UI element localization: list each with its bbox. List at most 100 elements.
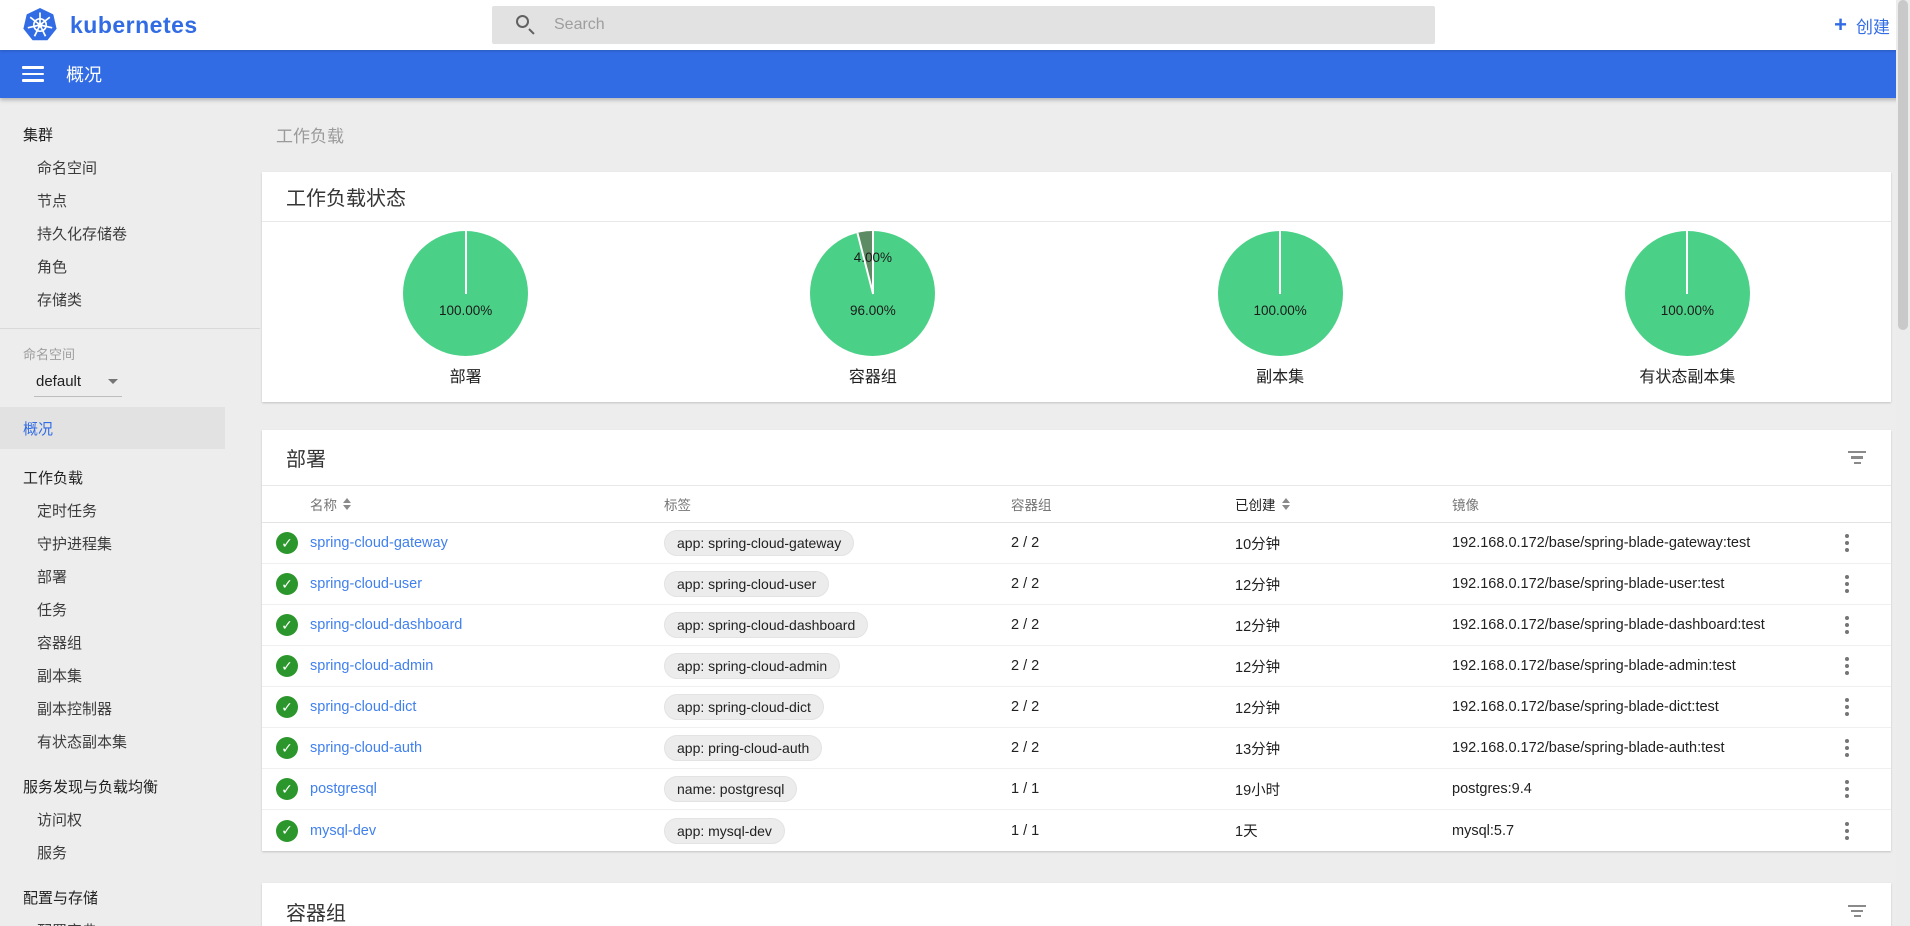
kubernetes-logo-icon xyxy=(22,7,58,43)
deployment-name-link[interactable]: postgresql xyxy=(310,781,664,797)
deployment-name-link[interactable]: spring-cloud-admin xyxy=(310,658,664,674)
namespace-select-value: default xyxy=(36,373,81,390)
pie-pods-percent-small: 4.00% xyxy=(810,250,935,265)
pie-chart-stateful-sets: 100.00% 有状态副本集 xyxy=(1484,231,1891,387)
pie-chart-pods: 4.00% 96.00% 容器组 xyxy=(669,231,1076,387)
namespace-select[interactable]: default xyxy=(34,369,122,397)
table-row: ✓ spring-cloud-auth app: pring-cloud-aut… xyxy=(262,728,1891,769)
column-header-pods: 容器组 xyxy=(1011,494,1235,514)
sidebar-item-services[interactable]: 服务 xyxy=(0,836,260,869)
sidebar-header-discovery: 服务发现与负载均衡 xyxy=(0,770,260,803)
sidebar-item-daemon-sets[interactable]: 守护进程集 xyxy=(0,527,260,560)
kebab-menu-icon[interactable] xyxy=(1835,776,1859,802)
filter-list-icon[interactable] xyxy=(1847,903,1867,919)
deployments-title: 部署 xyxy=(286,443,326,472)
sidebar-item-stateful-sets[interactable]: 有状态副本集 xyxy=(0,725,260,758)
image-cell: 192.168.0.172/base/spring-blade-admin:te… xyxy=(1452,658,1835,674)
sidebar-item-pods[interactable]: 容器组 xyxy=(0,626,260,659)
deployment-name-link[interactable]: spring-cloud-dashboard xyxy=(310,617,664,633)
pods-title: 容器组 xyxy=(286,897,346,926)
label-chip: app: pring-cloud-auth xyxy=(664,735,822,761)
sidebar-item-persistent-volumes[interactable]: 持久化存储卷 xyxy=(0,217,260,250)
sidebar-item-cron-jobs[interactable]: 定时任务 xyxy=(0,494,260,527)
pie-stateful-sets: 100.00% xyxy=(1625,231,1750,356)
pie-pods-caption: 容器组 xyxy=(849,363,897,387)
sidebar-item-ingresses[interactable]: 访问权 xyxy=(0,803,260,836)
check-circle-icon: ✓ xyxy=(276,778,298,800)
deployment-name-link[interactable]: mysql-dev xyxy=(310,823,664,839)
label-chip: app: spring-cloud-admin xyxy=(664,653,840,679)
image-cell: postgres:9.4 xyxy=(1452,781,1835,797)
sidebar-item-config-maps[interactable]: 配置字典 xyxy=(0,914,260,926)
table-row: ✓ spring-cloud-dashboard app: spring-clo… xyxy=(262,605,1891,646)
hamburger-icon[interactable] xyxy=(22,62,44,86)
pie-deployments-caption: 部署 xyxy=(450,363,482,387)
pods-card: 容器组 xyxy=(262,883,1891,926)
sidebar-header-workloads: 工作负载 xyxy=(0,461,260,494)
created-cell: 12分钟 xyxy=(1235,574,1452,595)
image-cell: 192.168.0.172/base/spring-blade-dict:tes… xyxy=(1452,699,1835,715)
table-row: ✓ spring-cloud-admin app: spring-cloud-a… xyxy=(262,646,1891,687)
check-circle-icon: ✓ xyxy=(276,532,298,554)
sidebar-item-storage-classes[interactable]: 存储类 xyxy=(0,283,260,316)
sidebar-item-replication-controllers[interactable]: 副本控制器 xyxy=(0,692,260,725)
sidebar-item-nodes[interactable]: 节点 xyxy=(0,184,260,217)
label-chip: app: spring-cloud-dict xyxy=(664,694,824,720)
pods-cell: 2 / 2 xyxy=(1011,658,1235,674)
column-header-name[interactable]: 名称 xyxy=(310,494,664,514)
sidebar-item-roles[interactable]: 角色 xyxy=(0,250,260,283)
search-input[interactable] xyxy=(554,16,1354,34)
table-row: ✓ mysql-dev app: mysql-dev 1 / 1 1天 mysq… xyxy=(262,810,1891,851)
pods-cell: 2 / 2 xyxy=(1011,740,1235,756)
kebab-menu-icon[interactable] xyxy=(1835,612,1859,638)
label-chip: app: spring-cloud-dashboard xyxy=(664,612,868,638)
pie-stateful-sets-percent: 100.00% xyxy=(1625,303,1750,318)
label-chip: app: spring-cloud-gateway xyxy=(664,530,854,556)
kebab-menu-icon[interactable] xyxy=(1835,694,1859,720)
pie-chart-replica-sets: 100.00% 副本集 xyxy=(1077,231,1484,387)
sidebar: 集群 命名空间 节点 持久化存储卷 角色 存储类 命名空间 default 概况… xyxy=(0,98,260,926)
sidebar-item-overview-label: 概况 xyxy=(23,418,53,439)
deployment-name-link[interactable]: spring-cloud-dict xyxy=(310,699,664,715)
scrollbar-thumb[interactable] xyxy=(1898,0,1908,330)
search-bar[interactable] xyxy=(492,6,1435,44)
image-cell: mysql:5.7 xyxy=(1452,823,1835,839)
top-bar: kubernetes + 创建 xyxy=(0,0,1910,50)
pods-cell: 2 / 2 xyxy=(1011,617,1235,633)
created-cell: 12分钟 xyxy=(1235,656,1452,677)
pods-cell: 2 / 2 xyxy=(1011,699,1235,715)
scrollbar-track[interactable] xyxy=(1896,0,1910,926)
kebab-menu-icon[interactable] xyxy=(1835,818,1859,844)
pie-deployments-percent: 100.00% xyxy=(403,303,528,318)
deployment-name-link[interactable]: spring-cloud-gateway xyxy=(310,535,664,551)
check-circle-icon: ✓ xyxy=(276,573,298,595)
check-circle-icon: ✓ xyxy=(276,696,298,718)
page-title: 工作负载 xyxy=(262,126,1891,148)
create-button[interactable]: + 创建 xyxy=(1834,0,1890,50)
column-header-created[interactable]: 已创建 xyxy=(1235,494,1452,514)
pie-replica-sets-caption: 副本集 xyxy=(1256,363,1304,387)
search-icon xyxy=(516,15,536,35)
kebab-menu-icon[interactable] xyxy=(1835,530,1859,556)
created-cell: 12分钟 xyxy=(1235,697,1452,718)
kebab-menu-icon[interactable] xyxy=(1835,735,1859,761)
filter-list-icon[interactable] xyxy=(1847,450,1867,466)
pods-cell: 1 / 1 xyxy=(1011,781,1235,797)
appbar-title: 概况 xyxy=(66,61,102,87)
create-button-label: 创建 xyxy=(1856,13,1890,38)
kebab-menu-icon[interactable] xyxy=(1835,571,1859,597)
sidebar-header-cluster: 集群 xyxy=(0,118,260,151)
sidebar-item-overview[interactable]: 概况 xyxy=(0,407,225,449)
sidebar-item-jobs[interactable]: 任务 xyxy=(0,593,260,626)
sidebar-item-replica-sets[interactable]: 副本集 xyxy=(0,659,260,692)
label-chip: name: postgresql xyxy=(664,776,797,802)
deployment-name-link[interactable]: spring-cloud-auth xyxy=(310,740,664,756)
table-row: ✓ spring-cloud-dict app: spring-cloud-di… xyxy=(262,687,1891,728)
sidebar-item-deployments[interactable]: 部署 xyxy=(0,560,260,593)
sidebar-item-namespaces[interactable]: 命名空间 xyxy=(0,151,260,184)
label-chip: app: spring-cloud-user xyxy=(664,571,829,597)
namespace-picker-label: 命名空间 xyxy=(0,341,260,365)
deployment-name-link[interactable]: spring-cloud-user xyxy=(310,576,664,592)
kebab-menu-icon[interactable] xyxy=(1835,653,1859,679)
sidebar-header-config-storage: 配置与存储 xyxy=(0,881,260,914)
